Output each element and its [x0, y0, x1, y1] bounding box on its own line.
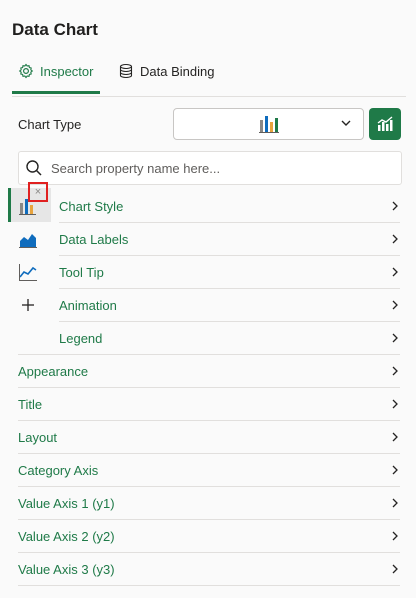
- section-layout[interactable]: Layout: [18, 421, 400, 453]
- divider: [18, 585, 400, 586]
- section-label: Value Axis 2 (y2): [18, 528, 115, 544]
- side-tooltip-button[interactable]: [16, 260, 40, 284]
- chevron-right-icon: [392, 432, 398, 442]
- chevron-right-icon: [392, 399, 398, 409]
- tab-data-binding-label: Data Binding: [140, 63, 215, 79]
- chevron-right-icon: [392, 366, 398, 376]
- chevron-right-icon: [392, 498, 398, 508]
- section-value-axis-2[interactable]: Value Axis 2 (y2): [18, 520, 400, 552]
- section-legend[interactable]: Legend: [59, 322, 400, 354]
- tab-inspector[interactable]: Inspector: [12, 54, 100, 94]
- tab-data-binding[interactable]: Data Binding: [118, 54, 214, 88]
- close-button[interactable]: ×: [28, 182, 48, 202]
- section-data-labels[interactable]: Data Labels: [59, 223, 400, 255]
- section-label: Layout: [18, 429, 58, 445]
- chevron-down-icon: [341, 120, 351, 126]
- chevron-right-icon: [392, 300, 398, 310]
- section-label: Legend: [59, 330, 103, 346]
- section-category-axis[interactable]: Category Axis: [18, 454, 400, 486]
- section-title[interactable]: Title: [18, 388, 400, 420]
- section-label: Data Labels: [59, 231, 129, 247]
- chart-type-select[interactable]: [173, 108, 364, 140]
- section-label: Title: [18, 396, 43, 412]
- section-animation[interactable]: Animation: [59, 289, 400, 321]
- side-add-button[interactable]: [16, 293, 40, 317]
- section-value-axis-1[interactable]: Value Axis 1 (y1): [18, 487, 400, 519]
- section-label: Animation: [59, 297, 117, 313]
- section-tool-tip[interactable]: Tool Tip: [59, 256, 400, 288]
- chart-icon: [377, 116, 393, 131]
- search-icon: [26, 160, 42, 176]
- chevron-right-icon: [392, 267, 398, 277]
- section-label: Category Axis: [18, 462, 99, 478]
- tab-inspector-label: Inspector: [40, 63, 94, 79]
- bar-chart-icon: [258, 116, 279, 133]
- plus-icon: [22, 299, 34, 311]
- database-icon: [119, 63, 133, 79]
- section-label: Tool Tip: [59, 264, 104, 280]
- section-label: Chart Style: [59, 198, 124, 214]
- chevron-right-icon: [392, 564, 398, 574]
- section-appearance[interactable]: Appearance: [18, 355, 400, 387]
- chevron-right-icon: [392, 531, 398, 541]
- chevron-right-icon: [392, 234, 398, 244]
- close-icon: ×: [34, 186, 42, 198]
- search-input[interactable]: [49, 159, 401, 177]
- area-chart-icon: [19, 234, 37, 248]
- chevron-right-icon: [392, 465, 398, 475]
- side-data-labels-button[interactable]: [16, 227, 40, 251]
- property-search: [18, 151, 402, 185]
- section-label: Value Axis 1 (y1): [18, 495, 115, 511]
- section-chart-style[interactable]: Chart Style: [59, 190, 400, 222]
- page-title: Data Chart: [12, 20, 98, 39]
- chevron-right-icon: [392, 333, 398, 343]
- tab-bar: Inspector Data Binding: [12, 54, 406, 97]
- section-label: Value Axis 3 (y3): [18, 561, 115, 577]
- chart-type-label: Chart Type: [18, 117, 82, 132]
- chevron-right-icon: [392, 201, 398, 211]
- gear-icon: [18, 63, 34, 79]
- section-value-axis-3[interactable]: Value Axis 3 (y3): [18, 553, 400, 585]
- chart-settings-button[interactable]: [369, 108, 401, 140]
- line-chart-icon: [19, 264, 37, 281]
- section-label: Appearance: [18, 363, 89, 379]
